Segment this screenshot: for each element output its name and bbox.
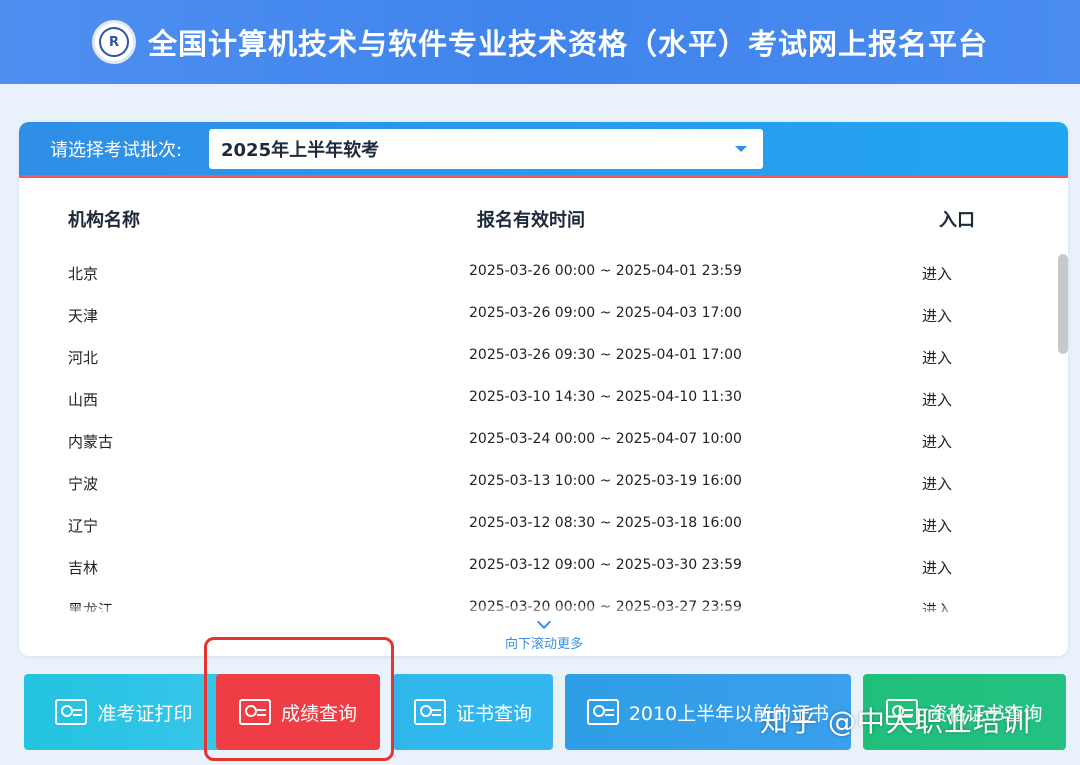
entry-link[interactable]: 进入: [922, 431, 952, 452]
highlight-box: [204, 637, 394, 761]
batch-selector-bar: 请选择考试批次: 2025年上半年软考: [19, 122, 1068, 178]
column-header-entry: 入口: [939, 210, 975, 231]
table-row: 天津 2025-03-26 09:00 ~ 2025-04-03 17:00 进入: [19, 294, 1049, 336]
table-row: 宁波 2025-03-13 10:00 ~ 2025-03-19 16:00 进入: [19, 462, 1049, 504]
admit-card-print-button[interactable]: 准考证打印: [24, 674, 224, 750]
table-row: 内蒙古 2025-03-24 00:00 ~ 2025-04-07 10:00 进入: [19, 420, 1049, 462]
scrollbar[interactable]: [1058, 254, 1068, 354]
institution-name: 吉林: [68, 559, 99, 577]
registration-time: 2025-03-13 10:00 ~ 2025-03-19 16:00: [469, 473, 742, 489]
institution-name: 天津: [68, 307, 99, 325]
batch-selector-label: 请选择考试批次:: [50, 139, 183, 161]
column-header-name: 机构名称: [68, 210, 140, 231]
page-title: 全国计算机技术与软件专业技术资格（水平）考试网上报名平台: [147, 27, 988, 61]
table-row: 北京 2025-03-26 00:00 ~ 2025-04-01 23:59 进入: [19, 252, 1049, 294]
institution-name: 河北: [68, 349, 99, 367]
certificate-query-button[interactable]: 证书查询: [393, 674, 553, 750]
page-header: R 全国计算机技术与软件专业技术资格（水平）考试网上报名平台: [0, 0, 1080, 84]
table-body: 北京 2025-03-26 00:00 ~ 2025-04-01 23:59 进入天…: [19, 252, 1049, 612]
entry-link[interactable]: 进入: [922, 347, 952, 368]
entry-link[interactable]: 进入: [922, 389, 952, 410]
registration-time: 2025-03-26 09:00 ~ 2025-04-03 17:00: [469, 305, 742, 321]
registration-time: 2025-03-12 09:00 ~ 2025-03-30 23:59: [469, 557, 742, 573]
registration-time: 2025-03-12 08:30 ~ 2025-03-18 16:00: [469, 515, 742, 531]
table-row: 吉林 2025-03-12 09:00 ~ 2025-03-30 23:59 进入: [19, 546, 1049, 588]
institution-name: 内蒙古: [68, 433, 114, 451]
entry-link[interactable]: 进入: [922, 515, 952, 536]
scroll-more-hint[interactable]: 向下滚动更多: [19, 614, 1068, 652]
registration-time: 2025-03-26 00:00 ~ 2025-04-01 23:59: [469, 263, 742, 279]
id-card-icon: [55, 699, 88, 725]
logo: R: [91, 20, 136, 64]
table-row: 河北 2025-03-26 09:30 ~ 2025-04-01 17:00 进入: [19, 336, 1049, 378]
registration-time: 2025-03-24 00:00 ~ 2025-04-07 10:00: [469, 431, 742, 447]
entry-link[interactable]: 进入: [922, 305, 952, 326]
scroll-more-label: 向下滚动更多: [504, 637, 583, 652]
certificate-icon: [586, 699, 619, 725]
registration-time: 2025-03-26 09:30 ~ 2025-04-01 17:00: [469, 347, 742, 363]
institution-name: 山西: [68, 391, 99, 409]
entry-link[interactable]: 进入: [922, 263, 952, 284]
table-header: 机构名称 报名有效时间 入口: [19, 206, 1068, 236]
watermark: 知乎 @中大职业培训: [760, 705, 1031, 738]
registration-card: 请选择考试批次: 2025年上半年软考 机构名称 报名有效时间 入口 北京 202…: [19, 122, 1068, 656]
chevron-down-icon: [536, 614, 552, 630]
chevron-down-icon[interactable]: [735, 146, 747, 152]
table-row: 辽宁 2025-03-12 08:30 ~ 2025-03-18 16:00 进入: [19, 504, 1049, 546]
certificate-query-label: 证书查询: [455, 702, 532, 725]
institution-name: 宁波: [68, 475, 99, 493]
entry-link[interactable]: 进入: [922, 557, 952, 578]
batch-select[interactable]: 2025年上半年软考: [209, 129, 763, 169]
entry-link[interactable]: 进入: [922, 473, 952, 494]
institution-name: 北京: [68, 265, 99, 283]
batch-select-value: 2025年上半年软考: [221, 140, 380, 161]
institution-name: 辽宁: [68, 517, 99, 535]
table-row: 山西 2025-03-10 14:30 ~ 2025-04-10 11:30 进入: [19, 378, 1049, 420]
registration-time: 2025-03-10 14:30 ~ 2025-04-10 11:30: [469, 389, 742, 405]
certificate-icon: [413, 699, 446, 725]
admit-card-print-label: 准考证打印: [97, 702, 193, 725]
column-header-time: 报名有效时间: [477, 210, 585, 231]
